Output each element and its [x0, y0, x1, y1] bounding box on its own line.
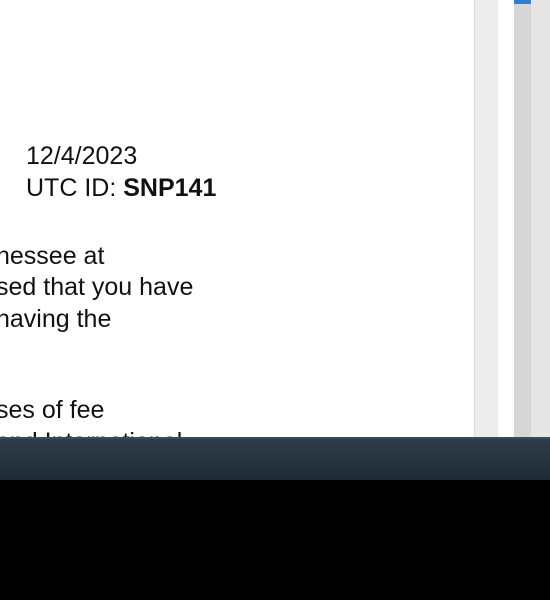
- body-line-partial: and International: [0, 426, 182, 437]
- body-line: sed that you have: [0, 273, 194, 301]
- page-scrollbar-thumb[interactable]: [514, 0, 531, 4]
- letter-date: 12/4/2023: [26, 142, 138, 170]
- taskbar: [0, 437, 550, 480]
- utc-id-value: SNP141: [123, 174, 217, 202]
- document-page: 12/4/2023 UTC ID: SNP141 nessee at sed t…: [0, 0, 474, 437]
- desktop-black-area: [0, 480, 550, 600]
- utc-id-label: UTC ID:: [26, 174, 117, 202]
- document-scrollbar[interactable]: [474, 0, 498, 437]
- body-line: nessee at: [0, 242, 105, 270]
- utc-id-line: UTC ID: SNP141: [26, 172, 216, 204]
- body-line: having the: [0, 305, 112, 333]
- body-line: ses of fee: [0, 396, 105, 424]
- scrollbar-gap: [498, 0, 514, 437]
- window-edge: [531, 0, 550, 437]
- page-scrollbar[interactable]: [514, 0, 531, 437]
- screen: 12/4/2023 UTC ID: SNP141 nessee at sed t…: [0, 0, 550, 600]
